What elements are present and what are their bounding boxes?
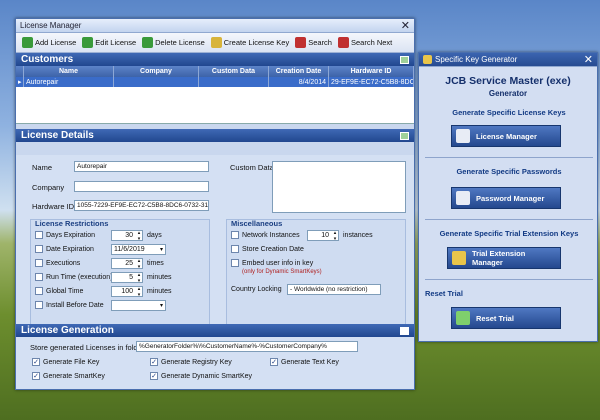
days-expiration-spinner[interactable]: 30 [111, 230, 143, 242]
country-locking-field[interactable]: - Worldwide (no restriction) [287, 284, 381, 295]
license-manager-button[interactable]: License Manager [451, 125, 561, 147]
search-button[interactable]: Search [295, 37, 332, 48]
search-next-icon [337, 37, 349, 48]
window-title: Specific Key Generator [435, 55, 518, 64]
license-generation-section-header: License Generation [16, 324, 414, 337]
trial-extension-icon [452, 251, 466, 265]
details-panel-icon[interactable] [400, 131, 409, 140]
company-field[interactable] [74, 181, 209, 192]
trial-extension-section: Generate Specific Trial Extension Keys [439, 229, 579, 238]
column-creation-date[interactable]: Creation Date [269, 66, 329, 77]
custom-data-label: Custom Data [230, 163, 274, 172]
custom-data-field[interactable] [272, 161, 406, 213]
search-next-button[interactable]: Search Next [337, 37, 392, 48]
hardware-id-field[interactable]: 1055-7229-EF9E-EC72-C5B8-8DC6-0732-31CF [74, 200, 209, 211]
app-name: JCB Service Master (exe) [445, 75, 571, 87]
name-label: Name [32, 163, 53, 172]
generate-registry-key-checkbox[interactable]: ✓ Generate Registry Key [150, 358, 232, 366]
embed-user-info-checkbox[interactable]: Embed user info in key [231, 259, 313, 267]
date-expiration-picker[interactable]: 11/6/2019 ▾ [111, 244, 166, 255]
store-creation-date-checkbox[interactable]: Store Creation Date [231, 245, 304, 253]
column-company[interactable]: Company [114, 66, 199, 77]
folder-label: Store generated Licenses in folder: [30, 343, 147, 352]
network-instances-spinner[interactable]: 10 [307, 230, 339, 242]
executions-spinner[interactable]: 25 [111, 258, 143, 270]
search-icon [295, 37, 307, 48]
country-locking-label: Country Locking [231, 286, 282, 293]
reset-trial-icon [456, 311, 470, 325]
executions-checkbox[interactable]: Executions [35, 259, 80, 267]
embed-user-note: (only for Dynamic SmartKeys) [242, 269, 322, 275]
license-details-section-header: License Details [16, 129, 414, 142]
license-keys-section: Generate Specific License Keys [452, 108, 566, 117]
column-hardware-id[interactable]: Hardware ID [329, 66, 414, 77]
install-before-checkbox[interactable]: Install Before Date [35, 301, 104, 309]
column-name[interactable]: Name [24, 66, 114, 77]
hardware-id-label: Hardware ID [32, 202, 75, 211]
instances-unit: instances [343, 232, 373, 239]
generate-file-key-checkbox[interactable]: ✓ Generate File Key [32, 358, 99, 366]
times-unit: times [147, 260, 164, 267]
generate-text-key-checkbox[interactable]: ✓ Generate Text Key [270, 358, 339, 366]
password-manager-button[interactable]: Password Manager [451, 187, 561, 209]
column-custom-data[interactable]: Custom Data [199, 66, 269, 77]
folder-field[interactable]: %GeneratorFolder%\%CustomerName%-%Custom… [136, 341, 358, 352]
global-time-spinner[interactable]: 100 [111, 286, 143, 298]
key-icon [210, 37, 222, 48]
chevron-down-icon: ▾ [159, 247, 163, 253]
edit-license-button[interactable]: Edit License [82, 37, 136, 48]
name-field[interactable]: Autorepair [74, 161, 209, 172]
customers-table: Name Company Custom Data Creation Date H… [16, 66, 414, 124]
company-label: Company [32, 183, 65, 192]
passwords-section: Generate Specific Passwords [456, 167, 562, 176]
edit-license-icon [82, 37, 94, 48]
license-generation-panel: Store generated Licenses in folder: %Gen… [16, 337, 414, 389]
toolbar: Add License Edit License Delete License … [16, 33, 414, 53]
delete-license-icon [142, 37, 154, 48]
days-unit: days [147, 232, 162, 239]
window-title: License Manager [20, 21, 82, 30]
global-time-unit: minutes [147, 288, 172, 295]
row-indicator-icon: ▸ [16, 77, 24, 87]
miscellaneous-title: Miscellaneous [231, 219, 283, 228]
miscellaneous-group: Miscellaneous Network Instances 10 insta… [226, 219, 406, 329]
app-subtitle: Generator [488, 89, 528, 98]
table-row[interactable]: ▸ Autorepair 8/4/2014 29-EF9E-EC72-C5B8-… [16, 77, 414, 87]
date-expiration-checkbox[interactable]: Date Expiration [35, 245, 94, 253]
close-icon[interactable]: ✕ [584, 54, 593, 65]
run-time-unit: minutes [147, 274, 172, 281]
key-generator-titlebar[interactable]: Specific Key Generator ✕ [419, 53, 597, 67]
license-restrictions-title: License Restrictions [35, 219, 109, 228]
chevron-down-icon: ▾ [159, 303, 163, 309]
create-license-key-button[interactable]: Create License Key [210, 37, 289, 48]
customers-panel-icon[interactable] [400, 55, 409, 64]
close-icon[interactable]: ✕ [401, 20, 410, 31]
generate-dynamic-smartkey-checkbox[interactable]: ✓ Generate Dynamic SmartKey [150, 372, 252, 380]
reset-trial-section: Reset Trial [425, 289, 463, 298]
run-time-checkbox[interactable]: Run Time (execution) [35, 273, 113, 281]
trial-extension-manager-button[interactable]: Trial Extension Manager [447, 247, 561, 269]
run-time-spinner[interactable]: 5 [111, 272, 143, 284]
license-manager-titlebar[interactable]: License Manager ✕ [16, 19, 414, 33]
license-restrictions-group: License Restrictions Days Expiration 30 … [30, 219, 210, 329]
days-expiration-checkbox[interactable]: Days Expiration [35, 231, 95, 239]
add-license-button[interactable]: Add License [22, 37, 76, 48]
delete-license-button[interactable]: Delete License [142, 37, 205, 48]
customers-section-header: Customers [16, 53, 414, 66]
license-details-panel: Name Autorepair Company Hardware ID 1055… [16, 155, 414, 333]
add-license-icon [22, 37, 33, 48]
global-time-checkbox[interactable]: Global Time [35, 287, 83, 295]
reset-trial-button[interactable]: Reset Trial [451, 307, 561, 329]
generation-panel-icon[interactable] [400, 326, 409, 335]
key-generator-window: Specific Key Generator ✕ JCB Service Mas… [418, 52, 598, 342]
install-before-picker[interactable]: ▾ [111, 300, 166, 311]
app-icon [423, 55, 432, 64]
license-manager-icon [456, 129, 470, 143]
license-manager-window: License Manager ✕ Add License Edit Licen… [15, 18, 415, 390]
password-manager-icon [456, 191, 470, 205]
table-header: Name Company Custom Data Creation Date H… [16, 66, 414, 77]
generate-smartkey-checkbox[interactable]: ✓ Generate SmartKey [32, 372, 105, 380]
network-instances-checkbox[interactable]: Network Instances [231, 231, 300, 239]
